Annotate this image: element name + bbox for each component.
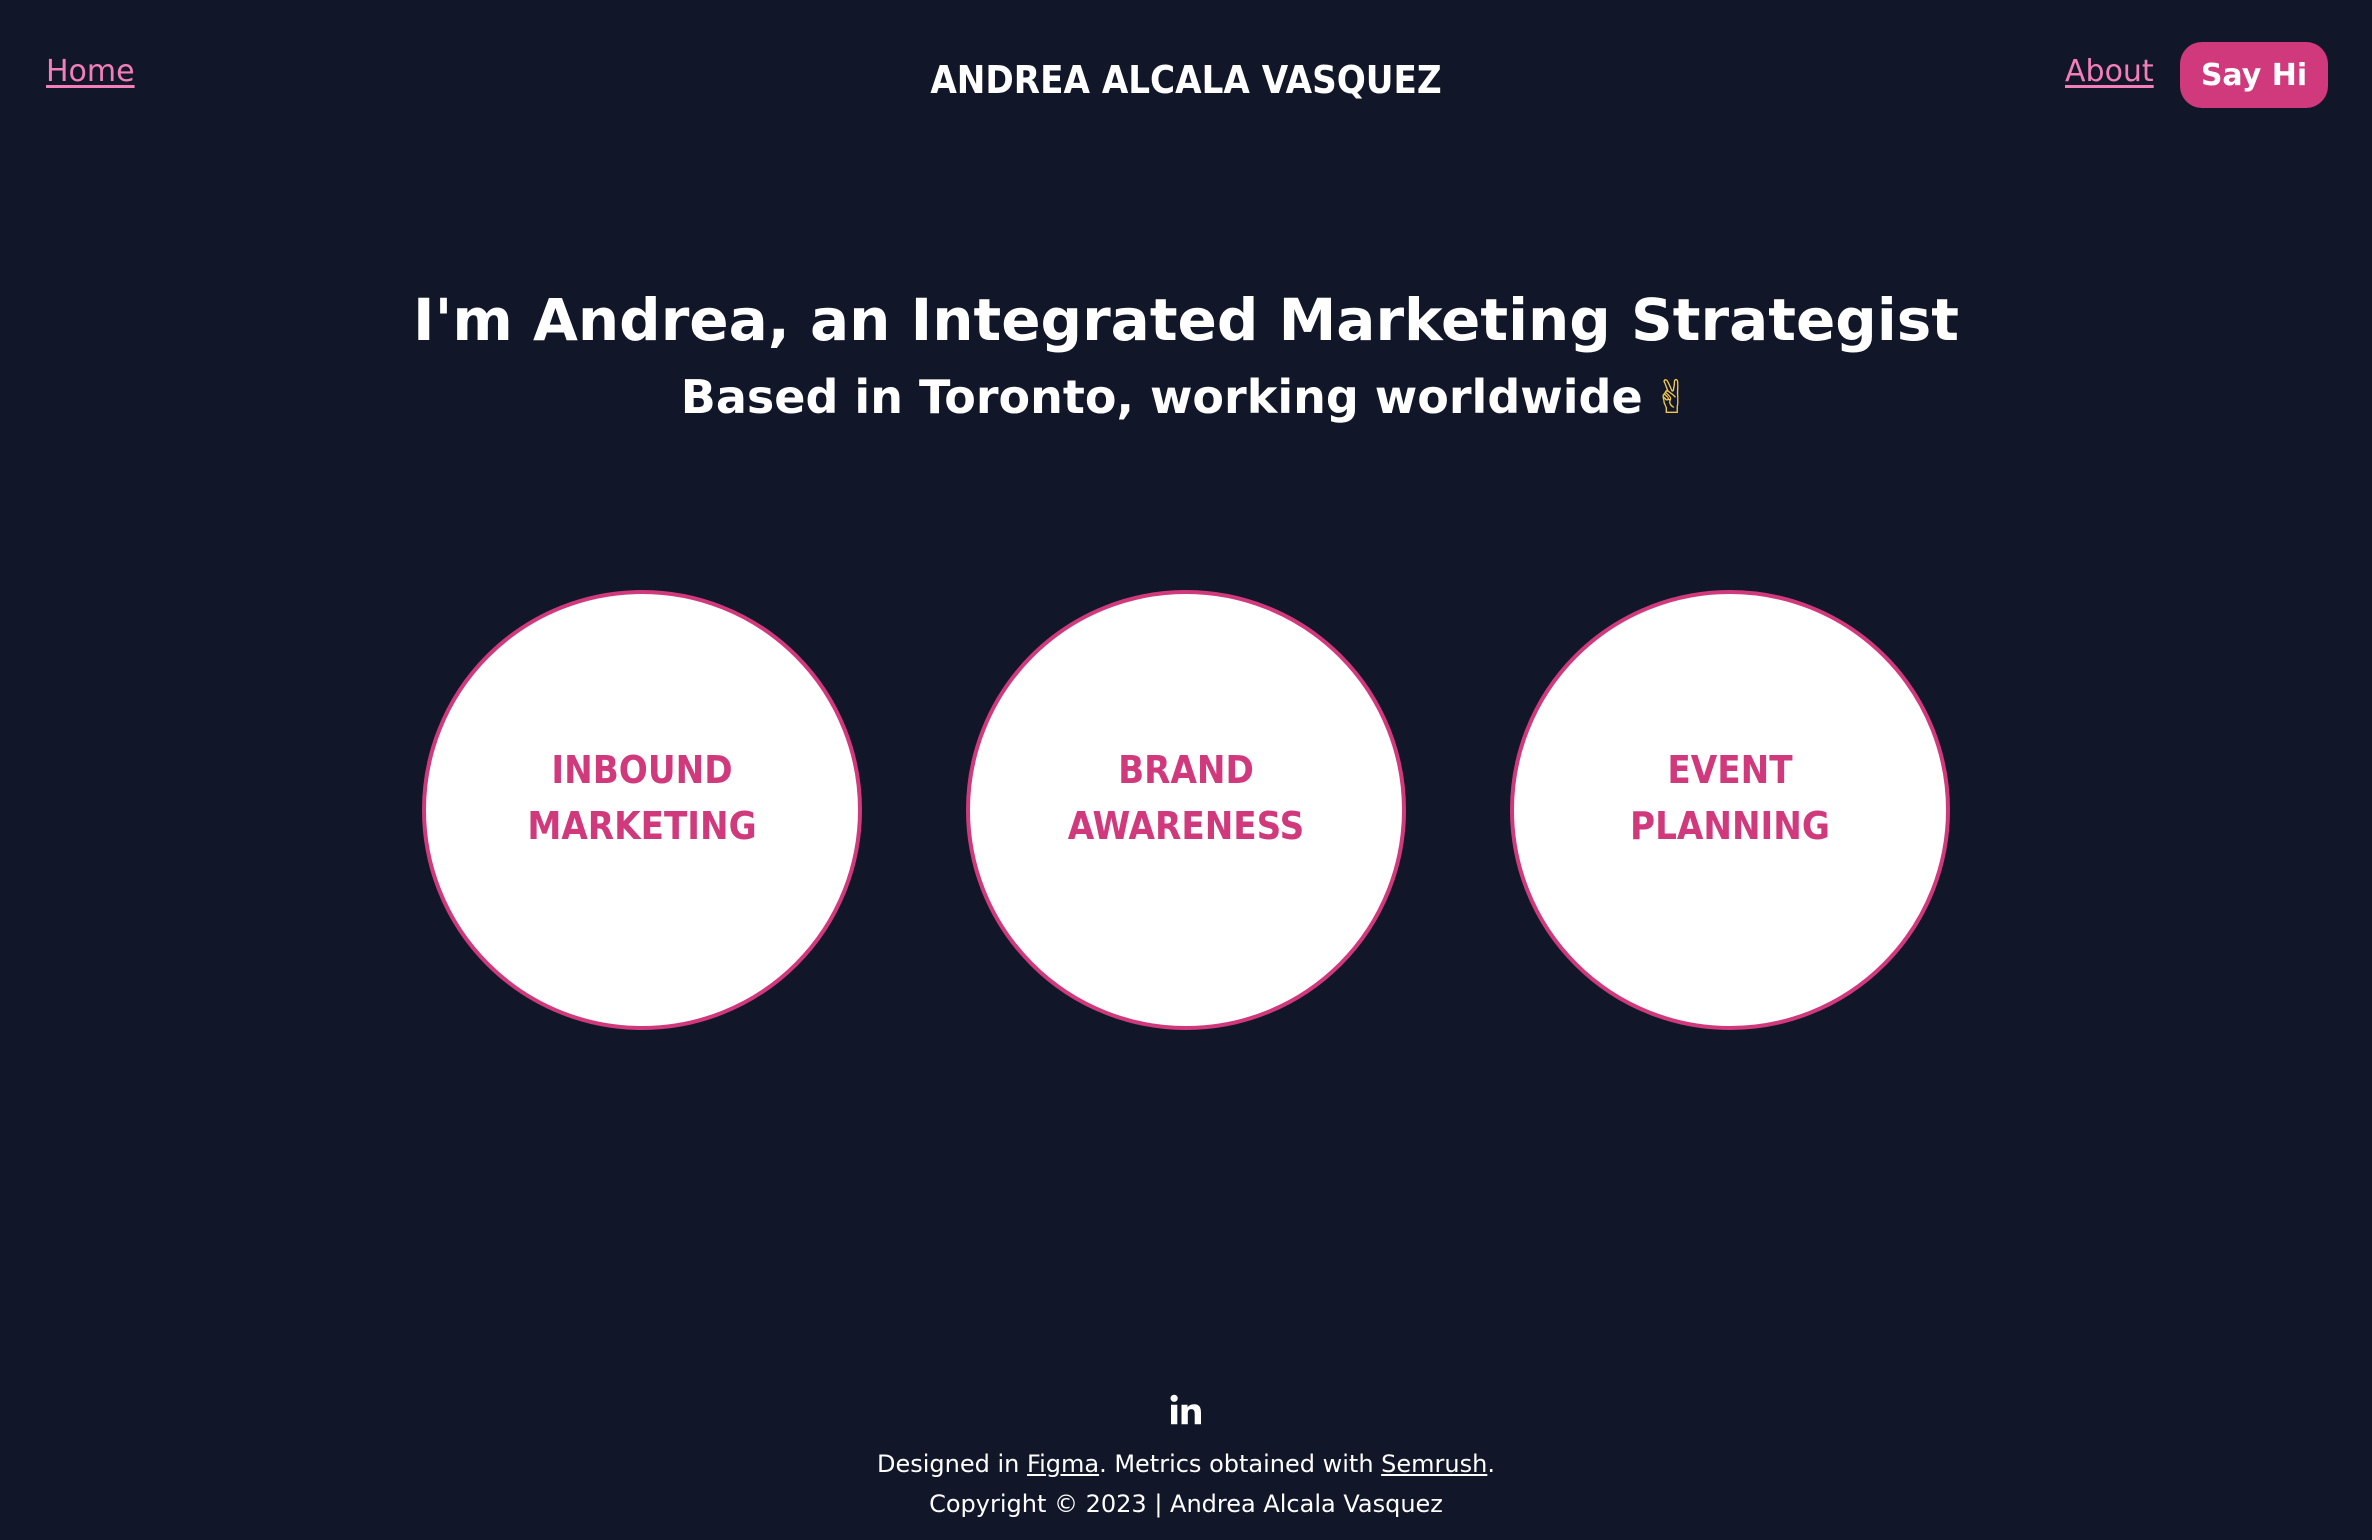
linkedin-icon[interactable] (1168, 1392, 1204, 1428)
figma-link[interactable]: Figma (1027, 1450, 1099, 1478)
footer-copyright: Copyright © 2023 | Andrea Alcala Vasquez (929, 1490, 1443, 1518)
hero-title: I'm Andrea, an Integrated Marketing Stra… (413, 286, 1959, 354)
service-circle-inbound-marketing[interactable]: INBOUND MARKETING (422, 590, 862, 1030)
service-label-line1: EVENT (1667, 748, 1793, 792)
page: Home ANDREA ALCALA VASQUEZ About Say Hi … (0, 0, 2372, 1540)
site-title: ANDREA ALCALA VASQUEZ (930, 58, 1442, 102)
hero-subtitle: Based in Toronto, working worldwide ✌ (0, 370, 2372, 424)
service-label: INBOUND MARKETING (527, 742, 756, 854)
service-label-line1: INBOUND (551, 748, 733, 792)
service-label-line2: PLANNING (1630, 804, 1830, 848)
footer-metrics-text: . Metrics obtained with (1099, 1450, 1382, 1478)
victory-hand-emoji: ✌ (1652, 370, 1692, 424)
service-label: EVENT PLANNING (1630, 742, 1830, 854)
semrush-link[interactable]: Semrush (1381, 1450, 1487, 1478)
nav-about-link[interactable]: About (2065, 54, 2154, 89)
service-label-line2: MARKETING (527, 804, 757, 848)
say-hi-button[interactable]: Say Hi (2180, 42, 2328, 108)
service-label: BRAND AWARENESS (1068, 742, 1304, 854)
service-label-line2: AWARENESS (1067, 804, 1305, 848)
footer-designed-text: Designed in (877, 1450, 1028, 1478)
footer-period: . (1487, 1450, 1495, 1478)
service-label-line1: BRAND (1118, 748, 1254, 792)
service-circle-brand-awareness[interactable]: BRAND AWARENESS (966, 590, 1406, 1030)
hero-subtitle-text: Based in Toronto, working worldwide (680, 370, 1643, 424)
footer-credits: Designed in Figma. Metrics obtained with… (0, 1450, 2372, 1478)
service-circle-event-planning[interactable]: EVENT PLANNING (1510, 590, 1950, 1030)
